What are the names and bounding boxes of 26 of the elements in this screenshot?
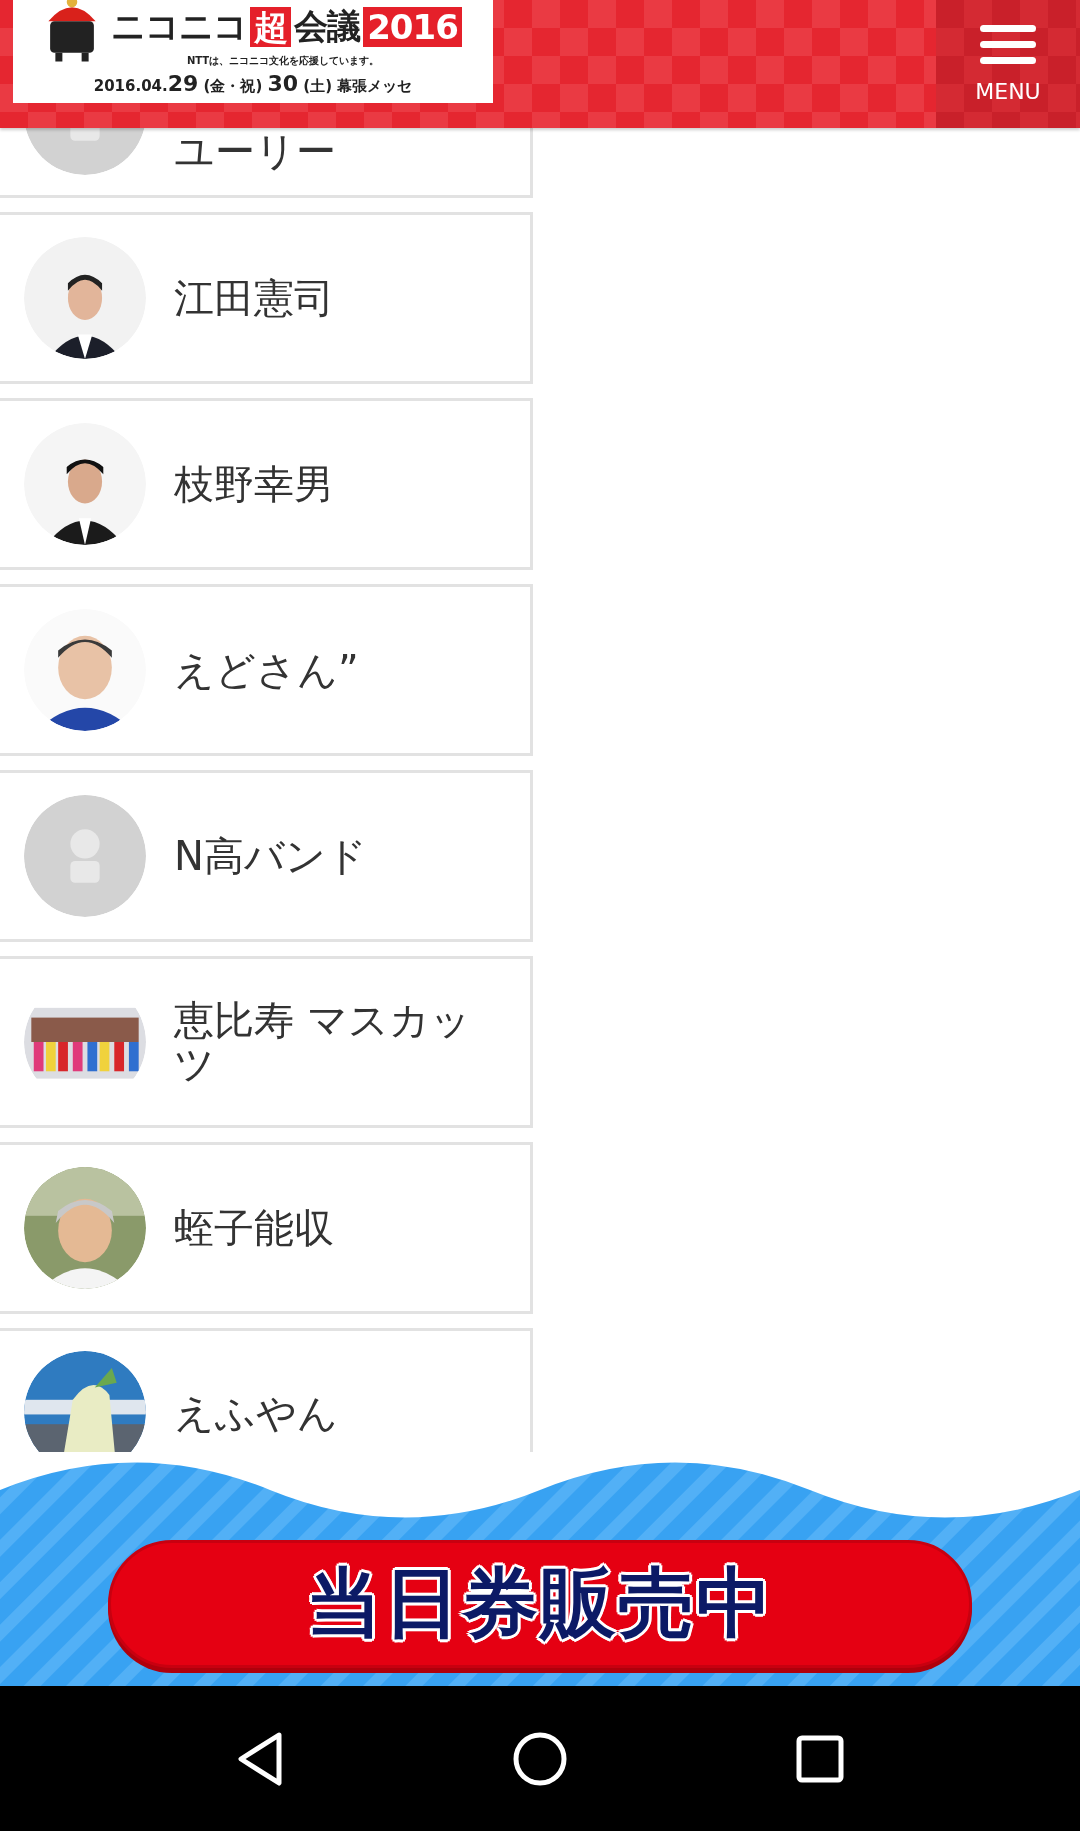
list-item[interactable]: えふやん [0, 1328, 533, 1452]
list-item[interactable]: 江田憲司 [0, 212, 533, 384]
event-date: 2016.04.29 (金・祝) 30 (土) 幕張メッセ [93, 71, 413, 96]
logo-title: ニコニコ 超 会議 2016 [111, 4, 465, 50]
recents-icon[interactable] [796, 1734, 844, 1783]
menu-icon [980, 24, 1036, 65]
list-item[interactable]: ユーリー [0, 128, 533, 198]
person-name: N高バンド [174, 834, 368, 878]
person-name: 江田憲司 [174, 276, 335, 320]
tagline: NTTは、ニコニコ文化を応援しています。 [186, 54, 380, 68]
home-icon[interactable] [513, 1731, 567, 1786]
avatar-placeholder-icon [24, 795, 146, 917]
person-name: えどさん” [174, 648, 360, 692]
list-item[interactable]: 枝野幸男 [0, 398, 533, 570]
person-name: 枝野幸男 [174, 462, 335, 506]
person-name: えふやん [174, 1391, 339, 1435]
person-name: 恵比寿 マスカッツ [174, 998, 472, 1086]
logo-panel[interactable]: ニコニコ 超 会議 2016 NTTは、ニコニコ文化を応援しています。 2016.04.29 (金・祝) 30 (土) 幕張メッセ [13, 0, 493, 103]
menu-button[interactable]: MENU [936, 0, 1080, 128]
back-icon[interactable] [235, 1730, 285, 1787]
list-item[interactable]: N高バンド [0, 770, 533, 942]
person-name: 蛭子能収 [174, 1206, 335, 1250]
person-name: ユーリー [174, 129, 337, 173]
list-item[interactable]: 恵比寿 マスカッツ [0, 956, 533, 1128]
list-item[interactable]: 蛭子能収 [0, 1142, 533, 1314]
list-item[interactable]: えどさん” [0, 584, 533, 756]
